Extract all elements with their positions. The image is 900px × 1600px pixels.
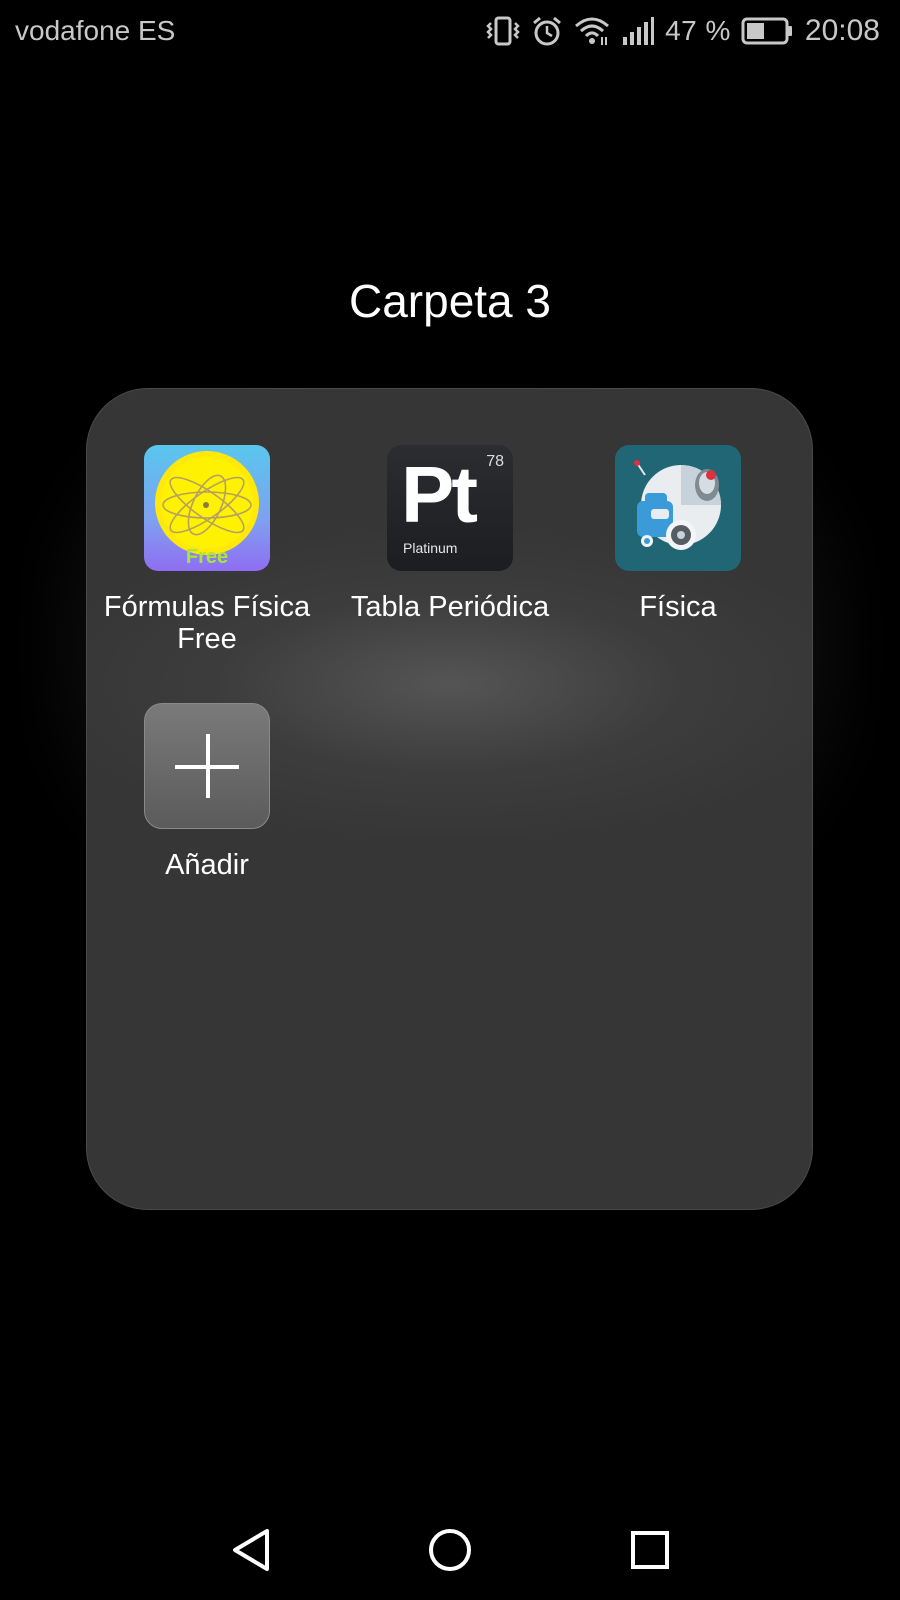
folder-panel: Free Fórmulas Física Free Pt 78 Platinum… <box>86 388 813 1210</box>
add-app-button[interactable]: Añadir <box>92 703 322 881</box>
back-button[interactable] <box>226 1525 276 1575</box>
app-label: Fórmulas Física Free <box>103 591 311 655</box>
vibrate-icon <box>485 15 521 47</box>
app-fisica[interactable]: Física <box>563 445 793 623</box>
status-icons: 47 % 20:08 <box>485 14 880 48</box>
battery-percentage: 47 % <box>665 15 731 46</box>
add-label: Añadir <box>165 849 249 881</box>
app-label: Física <box>639 591 717 623</box>
folder-title[interactable]: Carpeta 3 <box>0 274 900 328</box>
app-label: Tabla Periódica <box>350 591 550 623</box>
element-symbol: Pt <box>401 450 478 539</box>
element-name: Platinum <box>403 540 458 556</box>
recents-square-icon <box>631 1531 669 1569</box>
app-tabla-periodica[interactable]: Pt 78 Platinum Tabla Periódica <box>335 445 565 623</box>
app-formulas-fisica[interactable]: Free Fórmulas Física Free <box>92 445 322 655</box>
home-screen: vodafone ES 47 % 20:08 Carpeta 3 Free Fó… <box>0 0 900 1600</box>
home-button[interactable] <box>425 1525 475 1575</box>
signal-icon <box>621 15 655 47</box>
alarm-icon <box>531 15 563 47</box>
clock: 20:08 <box>804 14 880 47</box>
plus-icon[interactable] <box>144 703 270 829</box>
back-triangle-icon <box>233 1529 269 1571</box>
platinum-element-icon[interactable]: Pt 78 Platinum <box>387 445 513 571</box>
carrier-name: vodafone ES <box>15 15 176 46</box>
recents-button[interactable] <box>625 1525 675 1575</box>
status-bar: vodafone ES 47 % 20:08 <box>0 0 900 62</box>
element-number: 78 <box>486 453 504 470</box>
battery-icon <box>741 16 793 46</box>
robot-icon[interactable] <box>615 445 741 571</box>
svg-text:Free: Free <box>186 546 228 568</box>
home-circle-icon <box>429 1529 471 1571</box>
atom-free-icon[interactable]: Free <box>144 445 270 571</box>
wifi-icon <box>573 15 611 47</box>
